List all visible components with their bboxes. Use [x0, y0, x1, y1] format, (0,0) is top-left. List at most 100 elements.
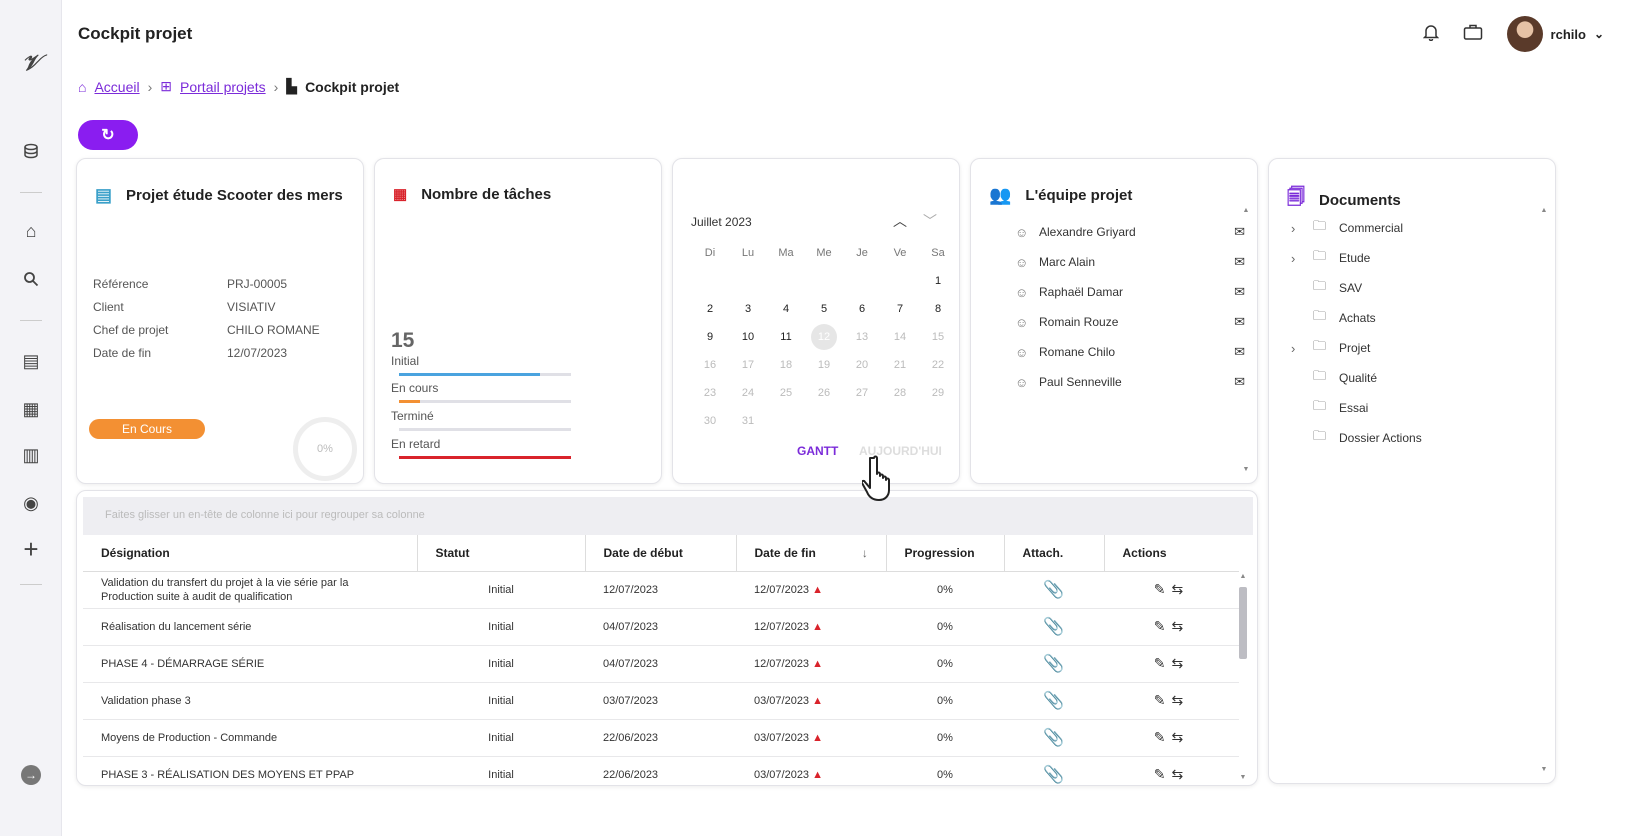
calendar-day[interactable]: 2: [691, 295, 729, 323]
folder-item[interactable]: 🗀 SAV: [1291, 273, 1422, 303]
calendar-day[interactable]: 9: [691, 323, 729, 351]
edit-icon[interactable]: ✎: [1154, 692, 1172, 708]
breadcrumb-home-link[interactable]: Accueil: [94, 79, 139, 95]
calendar-day[interactable]: 8: [919, 295, 957, 323]
calendar-icon[interactable]: ▦: [16, 394, 46, 424]
calendar-day[interactable]: 12: [805, 323, 843, 351]
link-task-icon[interactable]: ⇆: [1172, 618, 1190, 634]
scroll-down-icon[interactable]: ▼: [1241, 466, 1251, 473]
calendar-day[interactable]: 14: [881, 323, 919, 351]
paperclip-icon[interactable]: 📎: [1043, 617, 1064, 636]
scroll-down-icon[interactable]: ▼: [1237, 774, 1249, 781]
scroll-thumb[interactable]: [1239, 587, 1247, 659]
calendar-day[interactable]: 25: [767, 379, 805, 407]
table-row[interactable]: Moyens de Production - Commande Initial 22…: [83, 719, 1239, 757]
chevron-right-icon[interactable]: ›: [1291, 341, 1313, 356]
sort-desc-icon[interactable]: ↓: [862, 546, 868, 560]
edit-icon[interactable]: ✎: [1154, 655, 1172, 671]
calendar-day[interactable]: 30: [691, 407, 729, 435]
logo-icon[interactable]: 𝒱: [16, 48, 46, 78]
briefcase-icon[interactable]: [1463, 23, 1483, 46]
calendar-day[interactable]: 10: [729, 323, 767, 351]
team-scrollbar[interactable]: ▲ ▼: [1241, 207, 1251, 473]
paperclip-icon[interactable]: 📎: [1043, 654, 1064, 673]
calendar-day[interactable]: 18: [767, 351, 805, 379]
database-icon[interactable]: [16, 136, 46, 166]
calendar-day[interactable]: 22: [919, 351, 957, 379]
table-row[interactable]: Validation phase 3 Initial 03/07/2023 03/07…: [83, 682, 1239, 720]
link-task-icon[interactable]: ⇆: [1172, 692, 1190, 708]
home-icon[interactable]: ⌂: [16, 216, 46, 246]
calendar-day[interactable]: 13: [843, 323, 881, 351]
folder-item[interactable]: 🗀 Essai: [1291, 393, 1422, 423]
calendar-day[interactable]: 11: [767, 323, 805, 351]
folder-item[interactable]: 🗀 Achats: [1291, 303, 1422, 333]
calendar-day[interactable]: 29: [919, 379, 957, 407]
folder-item[interactable]: › 🗀 Commercial: [1291, 213, 1422, 243]
calendar-day[interactable]: 23: [691, 379, 729, 407]
calendar-day[interactable]: 3: [729, 295, 767, 323]
table-row[interactable]: Réalisation du lancement série Initial 04/…: [83, 608, 1239, 646]
chevron-up-icon[interactable]: ︿: [893, 211, 907, 231]
edit-icon[interactable]: ✎: [1154, 618, 1172, 634]
calendar-day[interactable]: 17: [729, 351, 767, 379]
calendar-day[interactable]: 6: [843, 295, 881, 323]
calendar-day[interactable]: 26: [805, 379, 843, 407]
link-task-icon[interactable]: ⇆: [1172, 655, 1190, 671]
eye-icon[interactable]: ◉: [16, 488, 46, 518]
calendar-day[interactable]: 27: [843, 379, 881, 407]
scroll-up-icon[interactable]: ▲: [1539, 207, 1549, 214]
table-row[interactable]: PHASE 4 - DÉMARRAGE SÉRIE Initial 04/07/20…: [83, 645, 1239, 683]
column-header[interactable]: Date de début: [585, 535, 737, 572]
calendar-day[interactable]: 19: [805, 351, 843, 379]
add-icon[interactable]: +: [16, 534, 46, 564]
documents-scrollbar[interactable]: ▲ ▼: [1539, 207, 1549, 773]
calendar-day[interactable]: 28: [881, 379, 919, 407]
calendar-day[interactable]: 31: [729, 407, 767, 435]
refresh-button[interactable]: ↻: [78, 120, 138, 150]
scroll-up-icon[interactable]: ▲: [1237, 573, 1249, 580]
chevron-down-icon[interactable]: ﹀: [923, 211, 937, 231]
folder-item[interactable]: › 🗀 Projet: [1291, 333, 1422, 363]
edit-icon[interactable]: ✎: [1154, 581, 1172, 597]
breadcrumb-portal-link[interactable]: Portail projets: [180, 79, 266, 95]
search-icon[interactable]: [16, 264, 46, 294]
paperclip-icon[interactable]: 📎: [1043, 580, 1064, 599]
column-header[interactable]: Attach.: [1004, 535, 1105, 572]
calendar-day[interactable]: 20: [843, 351, 881, 379]
folder-item[interactable]: 🗀 Dossier Actions: [1291, 423, 1422, 453]
calendar-day[interactable]: 24: [729, 379, 767, 407]
paperclip-icon[interactable]: 📎: [1043, 691, 1064, 710]
gantt-button[interactable]: GANTT: [797, 444, 838, 458]
calendar-day[interactable]: 1: [919, 267, 957, 295]
link-task-icon[interactable]: ⇆: [1172, 581, 1190, 597]
folder-item[interactable]: 🗀 Qualité: [1291, 363, 1422, 393]
column-header[interactable]: Date de fin ↓: [736, 535, 887, 572]
folder-item[interactable]: › 🗀 Etude: [1291, 243, 1422, 273]
calendar-day[interactable]: 4: [767, 295, 805, 323]
calendar-day[interactable]: 15: [919, 323, 957, 351]
link-task-icon[interactable]: ⇆: [1172, 729, 1190, 745]
calendar-day[interactable]: 5: [805, 295, 843, 323]
bell-icon[interactable]: [1422, 23, 1439, 46]
expand-sidebar-icon[interactable]: →: [16, 760, 46, 790]
chevron-right-icon[interactable]: ›: [1291, 221, 1313, 236]
calendar-day[interactable]: 16: [691, 351, 729, 379]
table-row[interactable]: Validation du transfert du projet à la v…: [83, 571, 1239, 609]
group-drop-zone[interactable]: Faites glisser un en-tête de colonne ici…: [83, 497, 1253, 535]
edit-icon[interactable]: ✎: [1154, 729, 1172, 745]
chevron-right-icon[interactable]: ›: [1291, 251, 1313, 266]
calendar-day[interactable]: 21: [881, 351, 919, 379]
table-row[interactable]: PHASE 3 - RÉALISATION DES MOYENS ET PPAP…: [83, 756, 1239, 785]
inbox-icon[interactable]: ▤: [16, 346, 46, 376]
scroll-down-icon[interactable]: ▼: [1539, 766, 1549, 773]
column-header[interactable]: Statut: [417, 535, 586, 572]
column-header[interactable]: Désignation: [83, 535, 418, 572]
calendar-day[interactable]: 7: [881, 295, 919, 323]
user-menu[interactable]: rchilo ⌄: [1506, 16, 1604, 52]
edit-icon[interactable]: ✎: [1154, 766, 1172, 782]
grid-scrollbar[interactable]: ▲ ▼: [1237, 573, 1249, 781]
column-header[interactable]: Progression: [886, 535, 1005, 572]
paperclip-icon[interactable]: 📎: [1043, 728, 1064, 747]
grid-icon[interactable]: ▥: [16, 440, 46, 470]
